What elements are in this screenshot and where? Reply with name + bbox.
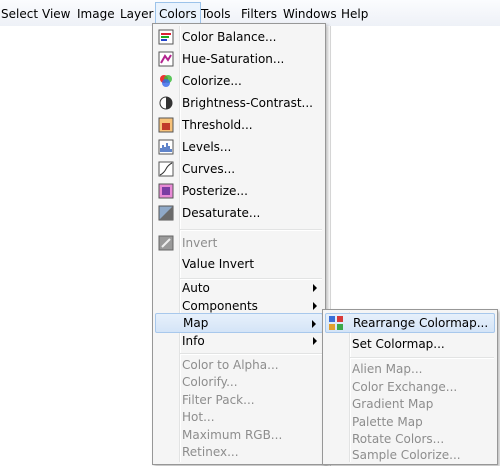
menu-item-colorize[interactable]: Colorize... [155, 71, 323, 91]
submenu-arrow-icon [313, 284, 317, 292]
menu-colors[interactable]: Colors [155, 2, 201, 24]
menu-item-label: Hot... [182, 410, 215, 424]
submenu-arrow-icon [313, 302, 317, 310]
menu-separator [180, 229, 322, 231]
curves-icon [158, 161, 174, 177]
menu-view[interactable]: View [42, 7, 70, 21]
menu-image[interactable]: Image [77, 7, 115, 21]
menu-item-label: Threshold... [182, 118, 253, 132]
menu-item-rearrange-colormap[interactable]: Rearrange Colormap... [325, 313, 495, 333]
menu-help[interactable]: Help [341, 7, 368, 21]
menu-item-set-colormap[interactable]: Set Colormap... [325, 334, 495, 354]
menu-item-label: Hue-Saturation... [182, 52, 285, 66]
menu-item-label: Set Colormap... [352, 337, 445, 351]
menu-tools[interactable]: Tools [201, 7, 231, 21]
invert-icon [158, 235, 174, 251]
menu-windows[interactable]: Windows [283, 7, 337, 21]
menu-item-color-balance[interactable]: Color Balance... [155, 27, 323, 47]
posterize-icon [158, 183, 174, 199]
colorize-icon [160, 75, 172, 87]
menu-item-label: Value Invert [182, 257, 255, 271]
submenu-arrow-icon [313, 337, 317, 345]
menu-item-label: Info [182, 334, 205, 348]
menu-item-label: Curves... [182, 162, 236, 176]
menu-item-label: Levels... [182, 140, 232, 154]
hue-saturation-icon [158, 51, 174, 67]
menu-item-hue-saturation[interactable]: Hue-Saturation... [155, 49, 323, 69]
menu-item-alien-map[interactable]: Alien Map... [325, 359, 495, 379]
menu-item-curves[interactable]: Curves... [155, 159, 323, 179]
menu-item-sample-colorize[interactable]: Sample Colorize... [325, 445, 495, 465]
menu-item-info[interactable]: Info [155, 331, 323, 351]
color-balance-icon [158, 29, 174, 45]
menu-item-label: Colorize... [182, 74, 242, 88]
menu-item-label: Map [183, 316, 209, 330]
menu-item-label: Color Balance... [182, 30, 277, 44]
menu-item-gradient-map[interactable]: Gradient Map [325, 394, 495, 414]
menu-layer[interactable]: Layer [120, 7, 153, 21]
menu-item-threshold[interactable]: Threshold... [155, 115, 323, 135]
desaturate-icon [158, 205, 174, 221]
menu-item-colorify[interactable]: Colorify... [155, 372, 323, 392]
submenu-arrow-icon [312, 320, 316, 328]
menu-item-value-invert[interactable]: Value Invert [155, 254, 323, 274]
menu-item-label: Brightness-Contrast... [182, 96, 313, 110]
menu-item-label: Colorify... [182, 375, 238, 389]
threshold-icon [158, 117, 174, 133]
menu-item-label: Sample Colorize... [352, 448, 461, 462]
menu-item-brightness-contrast[interactable]: Brightness-Contrast... [155, 93, 323, 113]
menu-item-posterize[interactable]: Posterize... [155, 181, 323, 201]
menu-item-hot[interactable]: Hot... [155, 407, 323, 427]
colors-menu: Color Balance... Hue-Saturation... Color… [152, 23, 326, 465]
rearrange-colormap-icon [329, 316, 343, 330]
menu-item-map[interactable]: Map [155, 313, 323, 333]
menu-item-label: Rearrange Colormap... [353, 316, 489, 330]
menu-item-levels[interactable]: Levels... [155, 137, 323, 157]
menu-item-desaturate[interactable]: Desaturate... [155, 203, 323, 223]
levels-icon [158, 139, 174, 155]
map-submenu: Rearrange Colormap... Set Colormap... Al… [322, 309, 498, 465]
menu-item-label: Invert [182, 236, 218, 250]
menu-item-label: Gradient Map [352, 397, 434, 411]
brightness-contrast-icon [159, 96, 173, 110]
menu-item-label: Auto [182, 281, 210, 295]
menu-item-retinex[interactable]: Retinex... [155, 442, 323, 462]
menu-item-label: Posterize... [182, 184, 248, 198]
menu-item-label: Desaturate... [182, 206, 261, 220]
menu-item-label: Alien Map... [352, 362, 423, 376]
menu-select[interactable]: Select [1, 7, 38, 21]
menu-item-auto[interactable]: Auto [155, 278, 323, 298]
menu-item-label: Retinex... [182, 445, 239, 459]
menu-filters[interactable]: Filters [241, 7, 277, 21]
menu-item-invert[interactable]: Invert [155, 233, 323, 253]
